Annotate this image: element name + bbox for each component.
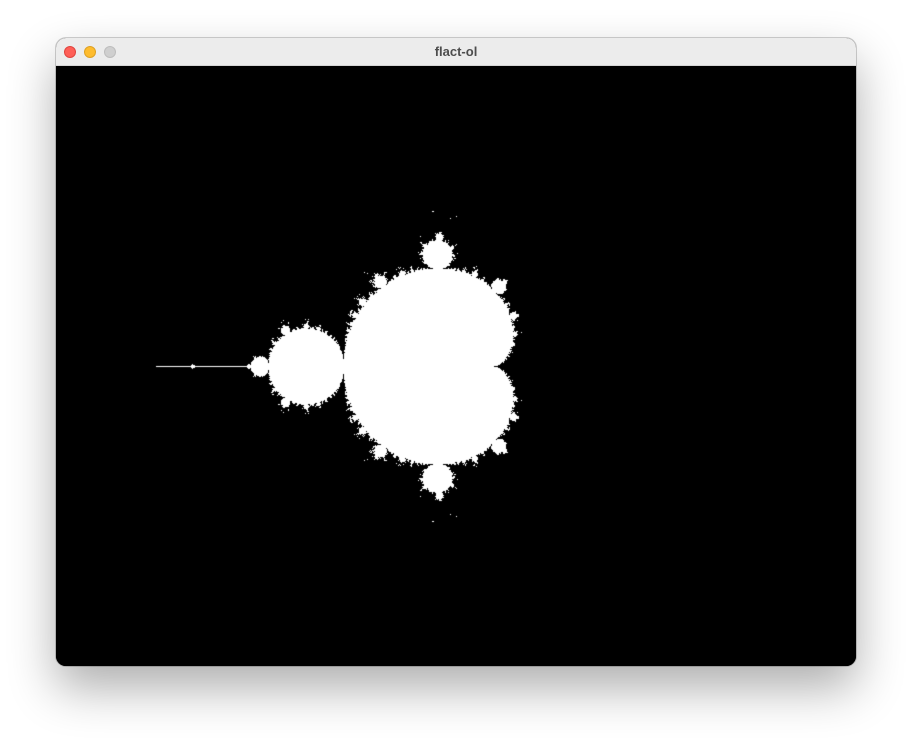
app-window: flact-ol <box>56 38 856 666</box>
fractal-view[interactable] <box>56 66 856 666</box>
mandelbrot-canvas[interactable] <box>56 66 856 666</box>
window-title: flact-ol <box>434 44 478 59</box>
title-bar[interactable]: flact-ol <box>56 38 856 66</box>
